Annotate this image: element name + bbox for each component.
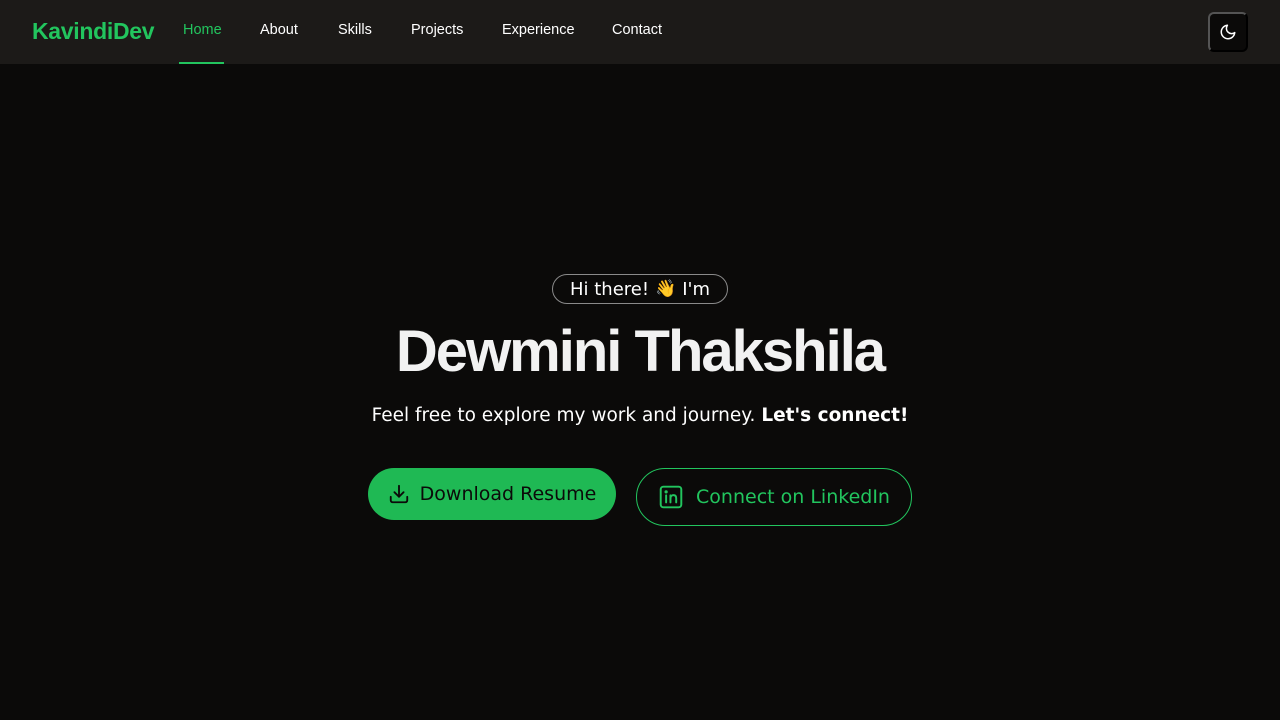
- hero-tagline: Feel free to explore my work and journey…: [0, 405, 1280, 426]
- waving-hand-emoji: 👋: [655, 279, 677, 299]
- hero-name: Dewmini Thakshila: [395, 319, 886, 384]
- hero-section: Hi there! 👋 I'm Dewmini Thakshila Feel f…: [0, 0, 1280, 720]
- greeting-badge: Hi there! 👋 I'm: [552, 274, 728, 304]
- download-resume-button[interactable]: Download Resume: [368, 468, 616, 520]
- tagline-text: Feel free to explore my work and journey…: [371, 405, 756, 426]
- tagline-bold: Let's connect!: [761, 405, 909, 426]
- download-resume-label: Download Resume: [419, 483, 597, 505]
- connect-linkedin-button[interactable]: Connect on LinkedIn: [636, 468, 912, 526]
- download-icon: [388, 483, 410, 505]
- greeting-suffix: I'm: [682, 278, 711, 300]
- linkedin-icon: [658, 484, 684, 510]
- greeting-text: Hi there!: [569, 278, 650, 300]
- connect-linkedin-label: Connect on LinkedIn: [696, 486, 890, 508]
